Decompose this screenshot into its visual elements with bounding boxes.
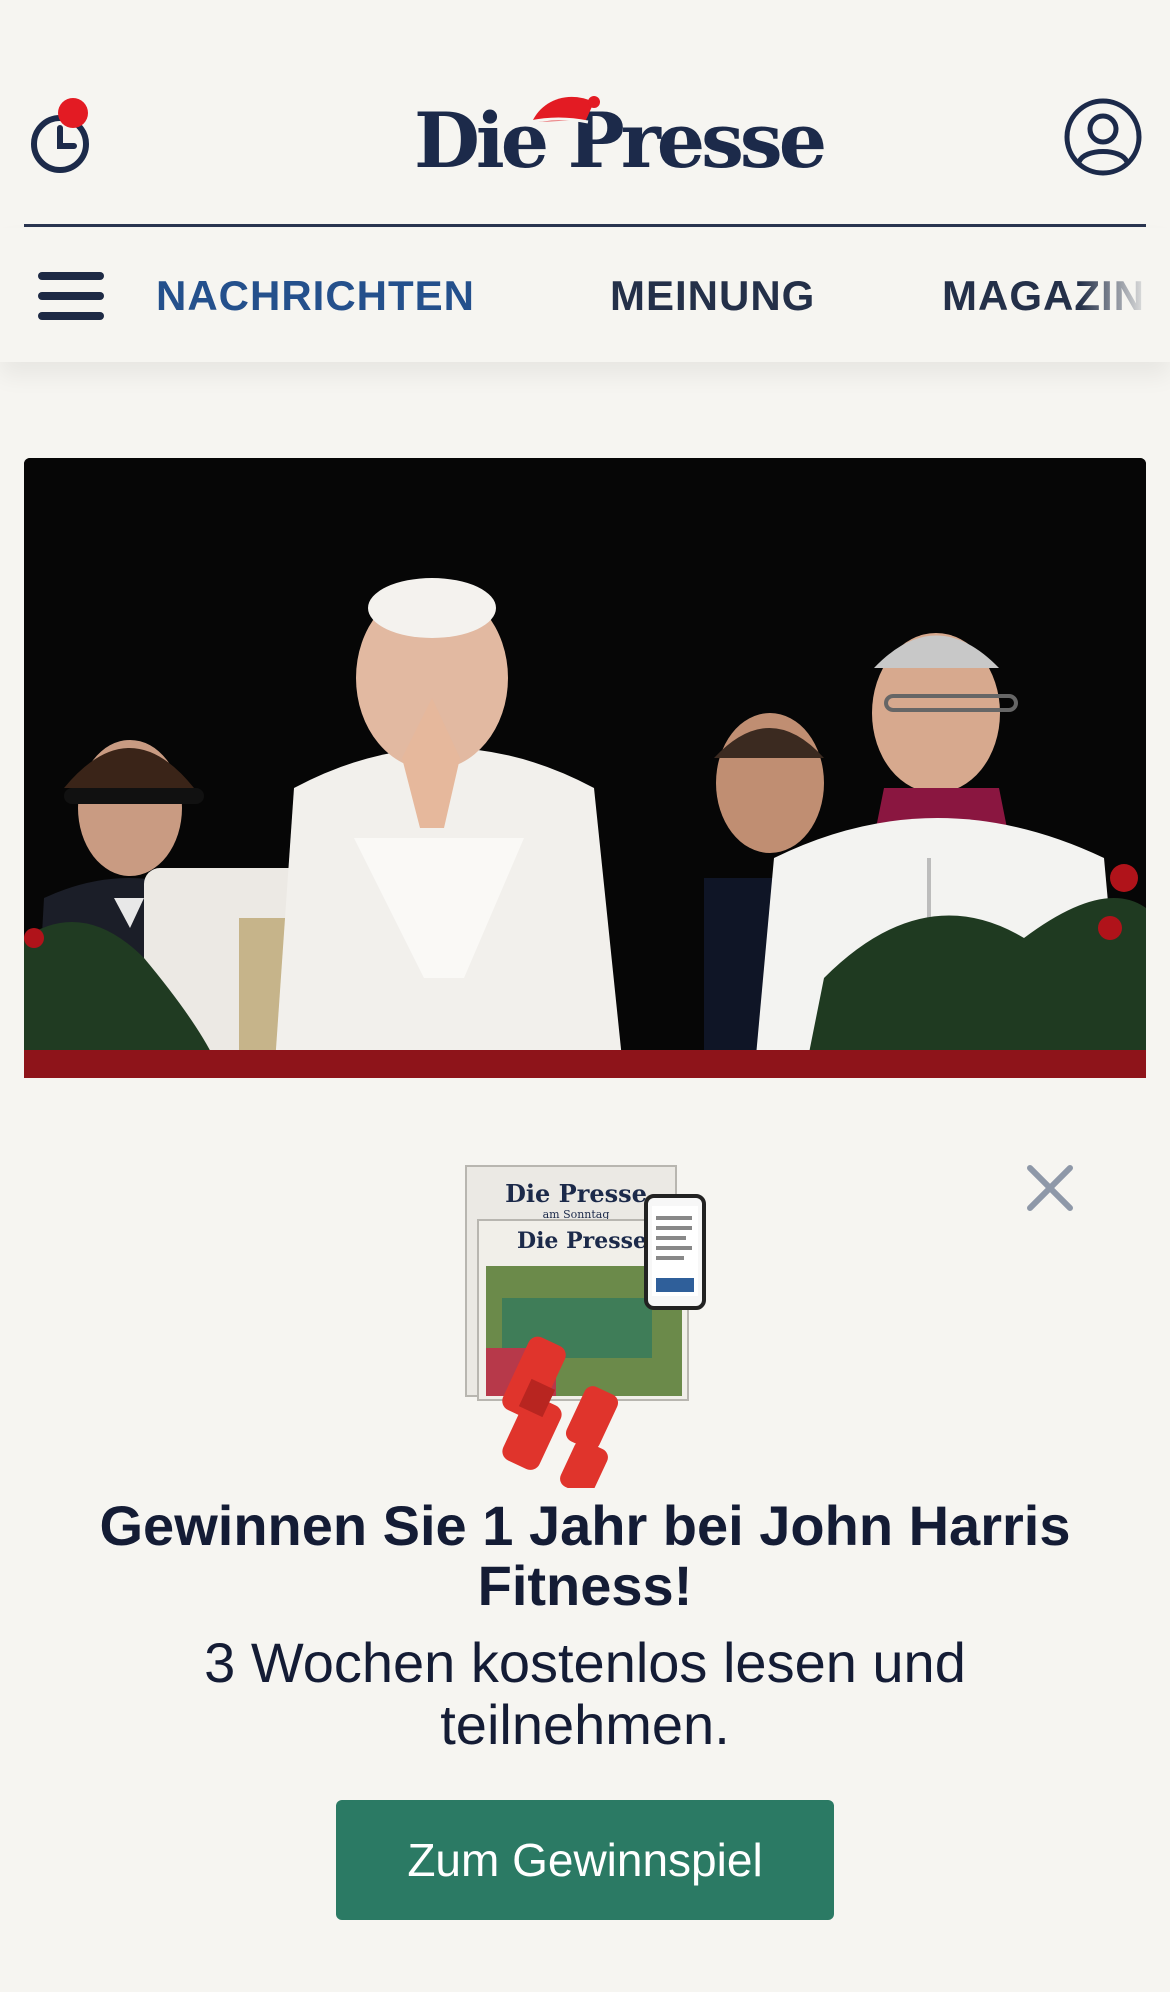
promo-subtitle: 3 Wochen kostenlos lesen und teilnehmen. (204, 1631, 966, 1756)
menu-button[interactable] (38, 268, 106, 324)
santa-hat-icon (529, 96, 600, 124)
user-icon (1064, 98, 1142, 176)
nav-item-nachrichten[interactable]: NACHRICHTEN (156, 270, 475, 322)
page: Die Presse NACHRICHTEN MEINUNG MAGAZIN D… (0, 0, 1170, 1992)
nav-scroll-fade (1080, 258, 1170, 338)
site-logo[interactable]: Die Presse (414, 82, 827, 185)
logo-wordmark: Die Presse (414, 96, 827, 185)
close-icon (1027, 1165, 1073, 1211)
hero-photo (24, 458, 1146, 1078)
site-header: Die Presse (0, 0, 1170, 228)
promo-close-button[interactable] (1024, 1162, 1076, 1214)
paper-title-sonntag: Die Presse (505, 1179, 647, 1208)
newspaper-and-dumbbells: Die Presse am Sonntag Die Presse (465, 1165, 706, 1496)
nav-item-meinung[interactable]: MEINUNG (610, 270, 815, 322)
account-button[interactable] (1062, 96, 1144, 178)
promo-title: Gewinnen Sie 1 Jahr bei John Harris Fitn… (99, 1494, 1071, 1617)
paper-title: Die Presse (517, 1228, 647, 1254)
history-button[interactable] (28, 96, 98, 178)
contest-button[interactable]: Zum Gewinnspiel (336, 1800, 834, 1920)
promo-image: Die Presse am Sonntag Die Presse (462, 1158, 712, 1496)
header-divider (24, 224, 1146, 227)
notification-dot (58, 98, 88, 128)
hero-image[interactable] (24, 458, 1146, 1078)
subscription-promo: Die Presse am Sonntag Die Presse Gewinne… (0, 1078, 1170, 1992)
main-navigation: NACHRICHTEN MEINUNG MAGAZIN (0, 228, 1170, 362)
